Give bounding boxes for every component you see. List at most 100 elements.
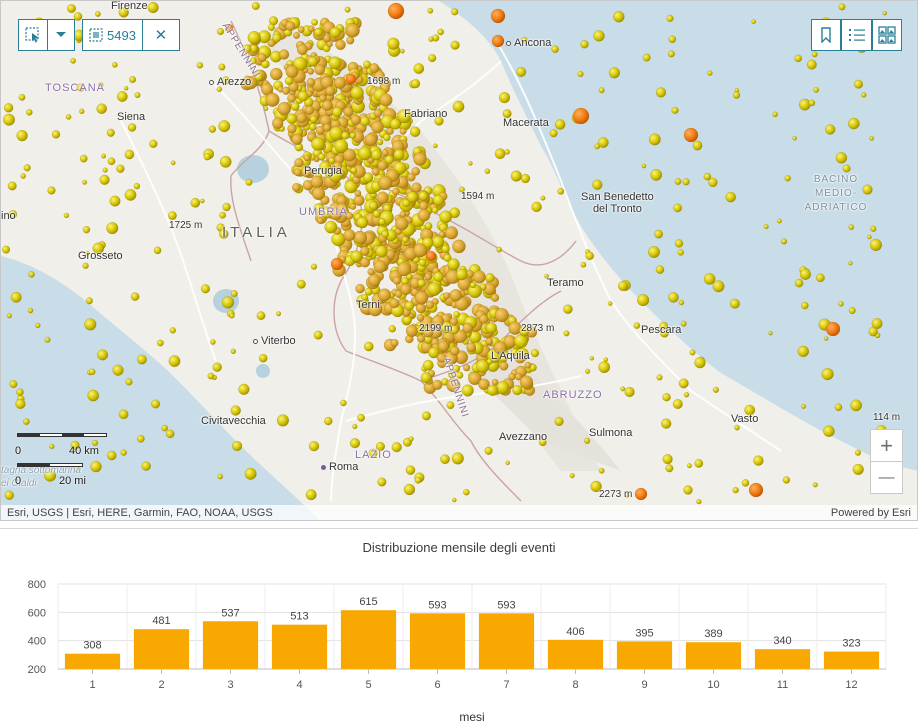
earthquake-point[interactable] <box>671 106 679 115</box>
earthquake-point[interactable] <box>655 87 667 98</box>
earthquake-point[interactable] <box>838 3 846 11</box>
earthquake-point[interactable] <box>330 257 344 271</box>
earthquake-point[interactable] <box>200 284 211 294</box>
earthquake-point[interactable] <box>451 452 464 465</box>
earthquake-point[interactable] <box>290 102 300 112</box>
earthquake-point[interactable] <box>118 409 129 420</box>
earthquake-point[interactable] <box>141 461 151 471</box>
earthquake-point[interactable] <box>549 129 558 138</box>
earthquake-point[interactable] <box>263 106 269 111</box>
bar-10[interactable] <box>685 642 742 669</box>
earthquake-point[interactable] <box>125 378 133 386</box>
earthquake-point[interactable] <box>350 114 362 126</box>
bar-9[interactable] <box>616 641 673 669</box>
earthquake-point[interactable] <box>678 378 689 389</box>
earthquake-point[interactable] <box>514 334 528 349</box>
earthquake-point[interactable] <box>753 455 764 466</box>
select-menu-button[interactable] <box>47 19 75 51</box>
earthquake-point[interactable] <box>210 339 216 345</box>
earthquake-point[interactable] <box>334 139 349 153</box>
earthquake-point[interactable] <box>572 107 590 125</box>
earthquake-point[interactable] <box>531 201 542 213</box>
earthquake-point[interactable] <box>101 153 107 159</box>
earthquake-point[interactable] <box>25 108 33 116</box>
earthquake-point[interactable] <box>257 53 267 63</box>
earthquake-point[interactable] <box>124 188 137 201</box>
earthquake-point[interactable] <box>285 20 296 32</box>
earthquake-point[interactable] <box>321 99 333 111</box>
earthquake-point[interactable] <box>815 273 825 283</box>
earthquake-point[interactable] <box>400 283 412 296</box>
earthquake-point[interactable] <box>343 106 354 117</box>
earthquake-point[interactable] <box>112 364 124 376</box>
earthquake-point[interactable] <box>633 322 641 329</box>
earthquake-point[interactable] <box>798 98 811 111</box>
earthquake-point[interactable] <box>466 342 477 353</box>
earthquake-point[interactable] <box>870 225 877 232</box>
earthquake-point[interactable] <box>357 413 366 422</box>
earthquake-point[interactable] <box>860 92 867 98</box>
earthquake-point[interactable] <box>441 244 450 254</box>
earthquake-point[interactable] <box>868 326 878 337</box>
earthquake-point[interactable] <box>22 418 30 426</box>
earthquake-point[interactable] <box>801 403 807 409</box>
earthquake-point[interactable] <box>490 8 506 24</box>
earthquake-point[interactable] <box>450 40 460 50</box>
earthquake-point[interactable] <box>296 279 306 289</box>
earthquake-point[interactable] <box>396 262 412 277</box>
earthquake-point[interactable] <box>468 161 473 166</box>
earthquake-point[interactable] <box>389 118 401 130</box>
earthquake-point[interactable] <box>485 273 495 283</box>
earthquake-point[interactable] <box>607 301 613 306</box>
earthquake-point[interactable] <box>44 336 51 343</box>
earthquake-point[interactable] <box>389 298 400 309</box>
earthquake-point[interactable] <box>324 220 338 234</box>
bar-8[interactable] <box>547 639 604 669</box>
earthquake-point[interactable] <box>530 348 540 358</box>
earthquake-point[interactable] <box>410 79 421 89</box>
earthquake-point[interactable] <box>405 324 419 338</box>
earthquake-point[interactable] <box>297 26 305 34</box>
earthquake-point[interactable] <box>490 293 500 302</box>
earthquake-point[interactable] <box>418 258 427 267</box>
earthquake-point[interactable] <box>842 164 851 173</box>
earthquake-point[interactable] <box>421 411 432 421</box>
earthquake-point[interactable] <box>371 120 384 134</box>
earthquake-point[interactable] <box>540 195 546 201</box>
zoom-in-button[interactable]: + <box>871 430 902 462</box>
earthquake-point[interactable] <box>569 472 575 479</box>
earthquake-point[interactable] <box>455 268 468 281</box>
earthquake-point[interactable] <box>823 425 835 438</box>
earthquake-point[interactable] <box>449 289 462 302</box>
earthquake-point[interactable] <box>848 260 853 266</box>
earthquake-point[interactable] <box>662 454 673 465</box>
earthquake-point[interactable] <box>88 368 96 376</box>
earthquake-point[interactable] <box>823 336 829 341</box>
selection-chip[interactable]: 5493 ✕ <box>82 19 180 51</box>
earthquake-point[interactable] <box>585 251 595 261</box>
earthquake-point[interactable] <box>370 149 383 161</box>
earthquake-point[interactable] <box>677 249 685 256</box>
earthquake-point[interactable] <box>314 64 326 76</box>
earthquake-point[interactable] <box>689 349 696 356</box>
earthquake-point[interactable] <box>329 126 344 141</box>
earthquake-point[interactable] <box>427 7 434 14</box>
earthquake-point[interactable] <box>449 345 460 356</box>
earthquake-point[interactable] <box>6 313 12 319</box>
earthquake-point[interactable] <box>393 149 405 161</box>
earthquake-point[interactable] <box>309 123 317 131</box>
earthquake-point[interactable] <box>491 34 505 48</box>
bar-12[interactable] <box>823 651 880 669</box>
earthquake-point[interactable] <box>268 16 279 26</box>
earthquake-point[interactable] <box>87 389 100 402</box>
earthquake-point[interactable] <box>708 177 718 188</box>
earthquake-point[interactable] <box>444 226 459 240</box>
earthquake-point[interactable] <box>408 436 414 442</box>
earthquake-point[interactable] <box>403 483 416 496</box>
bar-3[interactable] <box>202 621 259 669</box>
earthquake-point[interactable] <box>10 291 22 303</box>
earthquake-point[interactable] <box>401 236 409 244</box>
map-canvas[interactable] <box>1 1 918 521</box>
earthquake-point[interactable] <box>130 292 140 301</box>
earthquake-point[interactable] <box>218 63 226 71</box>
